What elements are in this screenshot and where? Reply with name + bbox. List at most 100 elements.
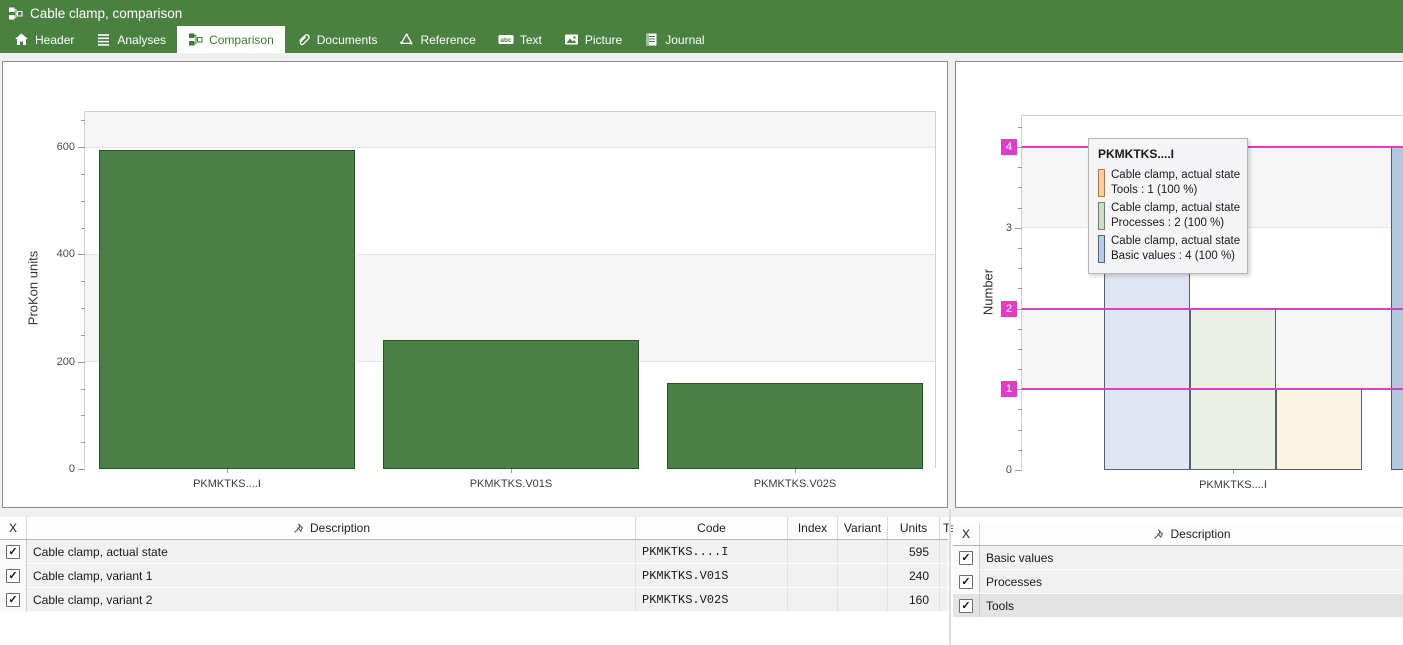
y-minor-tick [81, 442, 85, 443]
y-major-tick [78, 362, 85, 363]
tab-analyses[interactable]: Analyses [85, 26, 177, 53]
y-minor-tick [81, 120, 85, 121]
categories-table-row[interactable]: ✓Tools [953, 594, 1403, 618]
variants-table-row[interactable]: ✓ Cable clamp, actual statePKMKTKS....I 59… [0, 540, 948, 564]
column-header-code[interactable]: Code [636, 517, 788, 539]
row-checkbox[interactable]: ✓ [6, 593, 20, 607]
prokon-units-bar-chart[interactable]: 0200400600PKMKTKS....IPKMKTKS.V01SPKMKTK… [84, 111, 936, 468]
x-tick [1233, 470, 1234, 474]
table-splitter[interactable] [949, 509, 951, 645]
code-cell: PKMKTKS....I [636, 540, 788, 563]
tab-bar: Header Analyses Comparison Documents [0, 26, 1403, 53]
tooltip-line2: Tools : 1 (100 %) [1111, 183, 1240, 198]
row-checkbox[interactable]: ✓ [6, 569, 20, 583]
y-tick-label: 0 [27, 461, 75, 477]
tab-reference[interactable]: Reference [388, 26, 486, 53]
variants-table-row[interactable]: ✓Cable clamp, variant 2PKMKTKS.V02S160 [0, 588, 948, 612]
y-major-tick [1015, 228, 1022, 229]
highlight-tick-badge-1: 1 [1001, 381, 1017, 397]
variant-cell [838, 540, 888, 563]
y-major-tick [78, 254, 85, 255]
checkbox-cell: ✓ [953, 594, 980, 617]
checkbox-cell: ✓ [0, 588, 27, 611]
column-header-units[interactable]: Units [888, 517, 940, 539]
chart-tooltip: PKMKTKS....I Cable clamp, actual stateTo… [1088, 138, 1248, 274]
y-minor-tick [81, 281, 85, 282]
index-cell [788, 588, 838, 611]
tab-header[interactable]: Header [3, 26, 85, 53]
row-checkbox[interactable]: ✓ [959, 575, 973, 589]
y-minor-tick [1018, 208, 1022, 209]
row-checkbox[interactable]: ✓ [959, 599, 973, 613]
description-cell: Cable clamp, actual state [27, 540, 636, 563]
y-minor-tick [1018, 248, 1022, 249]
column-header-description[interactable]: Description [27, 517, 636, 539]
tab-text[interactable]: abc Text [487, 26, 553, 53]
y-minor-tick [1018, 187, 1022, 188]
column-header-description[interactable]: Description [980, 523, 1403, 545]
tooltip-series-swatch [1098, 202, 1105, 230]
number-chart-panel: Number 03PKMKTKS....I124 PKMKTKS....I Ca… [955, 61, 1403, 508]
checkbox-cell: ✓ [0, 540, 27, 563]
app-comparison-icon [8, 6, 23, 21]
y-tick-label: 600 [27, 139, 75, 155]
tooltip-line1: Cable clamp, actual state [1111, 168, 1240, 183]
checkbox-cell: ✓ [953, 546, 980, 569]
column-header-truncated[interactable]: Ta [940, 517, 948, 539]
units-cell: 240 [888, 564, 940, 587]
prokon-units-bar[interactable] [99, 150, 355, 469]
y-minor-tick [1018, 167, 1022, 168]
picture-icon [564, 32, 579, 47]
y-tick-label: 3 [974, 220, 1012, 236]
column-header-variant[interactable]: Variant [838, 517, 888, 539]
categories-table-row[interactable]: ✓ Processes [953, 570, 1403, 594]
truncated-cell [940, 564, 948, 587]
y-minor-tick [1018, 268, 1022, 269]
y-major-tick [78, 469, 85, 470]
code-cell: PKMKTKS.V01S [636, 564, 788, 587]
tab-comparison[interactable]: Comparison [177, 26, 285, 53]
tooltip-entry: Cable clamp, actual stateBasic values : … [1098, 234, 1238, 264]
tab-documents[interactable]: Documents [285, 26, 389, 53]
prokon-units-bar[interactable] [383, 340, 639, 469]
tab-picture[interactable]: Picture [553, 26, 633, 53]
tab-label: Header [35, 33, 74, 47]
analyses-list-icon [96, 32, 111, 47]
checkbox-cell: ✓ [953, 570, 980, 593]
categories-table: X Description ✓ Basic values ✓ Processes✓To… [953, 523, 1403, 618]
home-icon [14, 32, 29, 47]
x-category-label: PKMKTKS.V01S [383, 478, 639, 490]
x-category-label: PKMKTKS....I [1104, 479, 1362, 491]
tab-label: Picture [585, 33, 622, 47]
pin-icon [292, 522, 305, 535]
description-cell: Basic values [980, 546, 1403, 569]
reference-recycle-icon [399, 32, 414, 47]
prokon-units-bar[interactable] [667, 383, 923, 469]
categories-table-header: X Description [953, 523, 1403, 546]
description-cell: Cable clamp, variant 2 [27, 588, 636, 611]
x-tick [795, 469, 796, 473]
categories-table-row[interactable]: ✓ Basic values [953, 546, 1403, 570]
tooltip-entry-text: Cable clamp, actual stateBasic values : … [1111, 234, 1240, 264]
y-minor-tick [1018, 450, 1022, 451]
row-checkbox[interactable]: ✓ [6, 545, 20, 559]
description-cell: Processes [980, 570, 1403, 593]
tab-label: Text [520, 33, 542, 47]
y-minor-tick [1018, 369, 1022, 370]
column-header-index[interactable]: Index [788, 517, 838, 539]
y-minor-tick [81, 174, 85, 175]
tab-journal[interactable]: Journal [633, 26, 715, 53]
variants-table-row[interactable]: ✓Cable clamp, variant 1PKMKTKS.V01S240 [0, 564, 948, 588]
row-checkbox[interactable]: ✓ [959, 551, 973, 565]
highlight-tick-badge-4: 4 [1001, 139, 1017, 155]
units-cell: 595 [888, 540, 940, 563]
number-bar-tools[interactable] [1276, 389, 1362, 470]
tooltip-entry: Cable clamp, actual stateTools : 1 (100 … [1098, 168, 1238, 198]
column-header-x[interactable]: X [953, 523, 980, 545]
y-minor-tick [1018, 127, 1022, 128]
y-gridline [85, 147, 935, 148]
column-header-x[interactable]: X [0, 517, 27, 539]
tooltip-line2: Processes : 2 (100 %) [1111, 216, 1240, 231]
y-tick-label: 0 [974, 462, 1012, 478]
tooltip-line1: Cable clamp, actual state [1111, 201, 1240, 216]
